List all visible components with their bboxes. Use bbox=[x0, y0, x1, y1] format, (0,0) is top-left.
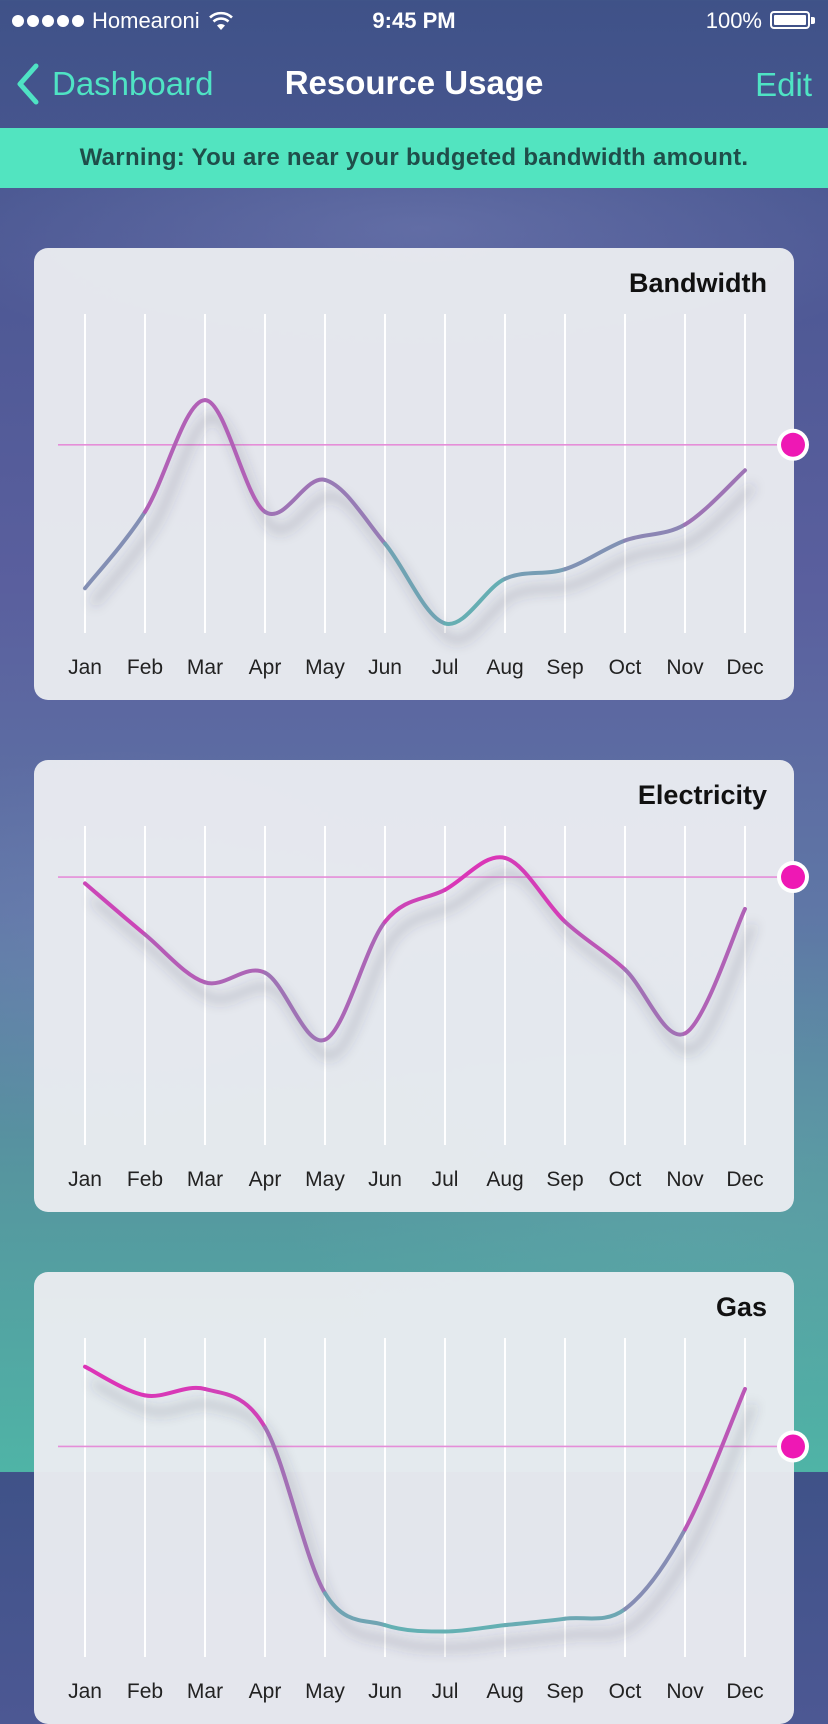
series-segment bbox=[385, 544, 445, 624]
x-tick-label: May bbox=[305, 1680, 345, 1703]
chart-title: Gas bbox=[716, 1292, 767, 1323]
series-line bbox=[85, 400, 745, 624]
x-tick-label: Apr bbox=[249, 1680, 282, 1703]
navigation-bar: Dashboard Resource Usage Edit bbox=[0, 40, 828, 128]
x-tick-label: Apr bbox=[249, 656, 282, 679]
x-tick-label: Nov bbox=[666, 1168, 704, 1191]
series-segment bbox=[205, 971, 265, 984]
series-segment bbox=[625, 970, 685, 1035]
x-tick-label: Mar bbox=[187, 1680, 223, 1703]
x-tick-label: Jul bbox=[432, 656, 459, 679]
series-segment bbox=[625, 525, 685, 541]
x-tick-label: Aug bbox=[486, 1168, 523, 1191]
x-tick-label: Feb bbox=[127, 1680, 163, 1703]
battery-icon bbox=[770, 11, 816, 31]
series-segment bbox=[145, 400, 205, 512]
series-segment bbox=[265, 480, 325, 515]
x-tick-label: Oct bbox=[609, 1168, 642, 1191]
x-tick-label: May bbox=[305, 656, 345, 679]
series-segment bbox=[265, 973, 325, 1041]
series-segment bbox=[445, 579, 505, 624]
x-tick-label: Jun bbox=[368, 1680, 402, 1703]
series-segment bbox=[505, 1619, 565, 1625]
bandwidth-chart: Jan Feb Mar Apr May Jun Jul Aug Sep Oct Nov Dec bbox=[34, 248, 794, 700]
series-segment bbox=[445, 1625, 505, 1631]
x-tick-label: Feb bbox=[127, 1168, 163, 1191]
x-tick-label: Apr bbox=[249, 1168, 282, 1191]
chart-card-electricity: Jan Feb Mar Apr May Jun Jul Aug Sep Oct Nov Dec Ele… bbox=[34, 760, 794, 1212]
series-segment bbox=[565, 922, 625, 970]
x-tick-label: Jul bbox=[432, 1168, 459, 1191]
edit-button[interactable]: Edit bbox=[755, 66, 812, 104]
budget-handle-dot[interactable] bbox=[781, 433, 805, 457]
warning-banner: Warning: You are near your budgeted band… bbox=[0, 128, 828, 188]
x-tick-label: Dec bbox=[726, 1168, 763, 1191]
series-segment bbox=[565, 1609, 625, 1619]
x-tick-label: Dec bbox=[726, 656, 763, 679]
x-tick-label: Oct bbox=[609, 656, 642, 679]
budget-handle-dot[interactable] bbox=[781, 865, 805, 889]
series-segment bbox=[145, 935, 205, 983]
x-tick-label: Nov bbox=[666, 1680, 704, 1703]
status-bar: Homearoni 9:45 PM 100% bbox=[0, 0, 828, 40]
battery-percent: 100% bbox=[706, 8, 762, 34]
chart-card-bandwidth: Jan Feb Mar Apr May Jun Jul Aug Sep Oct Nov Dec Ban… bbox=[34, 248, 794, 700]
series-segment bbox=[145, 1388, 205, 1396]
x-tick-label: Oct bbox=[609, 1680, 642, 1703]
series-segment bbox=[385, 1625, 445, 1631]
chart-title: Electricity bbox=[638, 780, 767, 811]
page-title: Resource Usage bbox=[0, 64, 828, 102]
status-right: 100% bbox=[706, 8, 816, 34]
x-tick-label: Jan bbox=[68, 656, 102, 679]
chart-title: Bandwidth bbox=[629, 268, 767, 299]
x-tick-label: Sep bbox=[546, 656, 583, 679]
chart-card-gas: Jan Feb Mar Apr May Jun Jul Aug Sep Oct Nov Dec Gas bbox=[34, 1272, 794, 1724]
series-segment bbox=[685, 1389, 745, 1529]
series-line-shadow bbox=[93, 873, 753, 1056]
series-line bbox=[85, 857, 745, 1040]
x-tick-label: Jan bbox=[68, 1680, 102, 1703]
x-tick-label: May bbox=[305, 1168, 345, 1191]
x-tick-label: Mar bbox=[187, 656, 223, 679]
status-time: 9:45 PM bbox=[0, 8, 828, 34]
series-segment bbox=[85, 883, 145, 934]
x-tick-label: Jul bbox=[432, 1680, 459, 1703]
x-tick-label: Jun bbox=[368, 656, 402, 679]
x-tick-label: Dec bbox=[726, 1680, 763, 1703]
series-segment bbox=[685, 470, 745, 524]
x-tick-label: Jan bbox=[68, 1168, 102, 1191]
x-tick-label: Mar bbox=[187, 1168, 223, 1191]
series-line-shadow bbox=[93, 1383, 753, 1648]
x-tick-label: Sep bbox=[546, 1168, 583, 1191]
electricity-chart: Jan Feb Mar Apr May Jun Jul Aug Sep Oct Nov Dec bbox=[34, 760, 794, 1212]
gas-chart: Jan Feb Mar Apr May Jun Jul Aug Sep Oct Nov Dec bbox=[34, 1272, 794, 1724]
x-tick-label: Sep bbox=[546, 1680, 583, 1703]
x-tick-label: Feb bbox=[127, 656, 163, 679]
x-tick-label: Jun bbox=[368, 1168, 402, 1191]
series-line-shadow bbox=[93, 416, 753, 640]
x-tick-label: Nov bbox=[666, 656, 704, 679]
budget-handle-dot[interactable] bbox=[781, 1434, 805, 1458]
x-tick-label: Aug bbox=[486, 656, 523, 679]
x-tick-label: Aug bbox=[486, 1680, 523, 1703]
series-segment bbox=[505, 569, 565, 579]
